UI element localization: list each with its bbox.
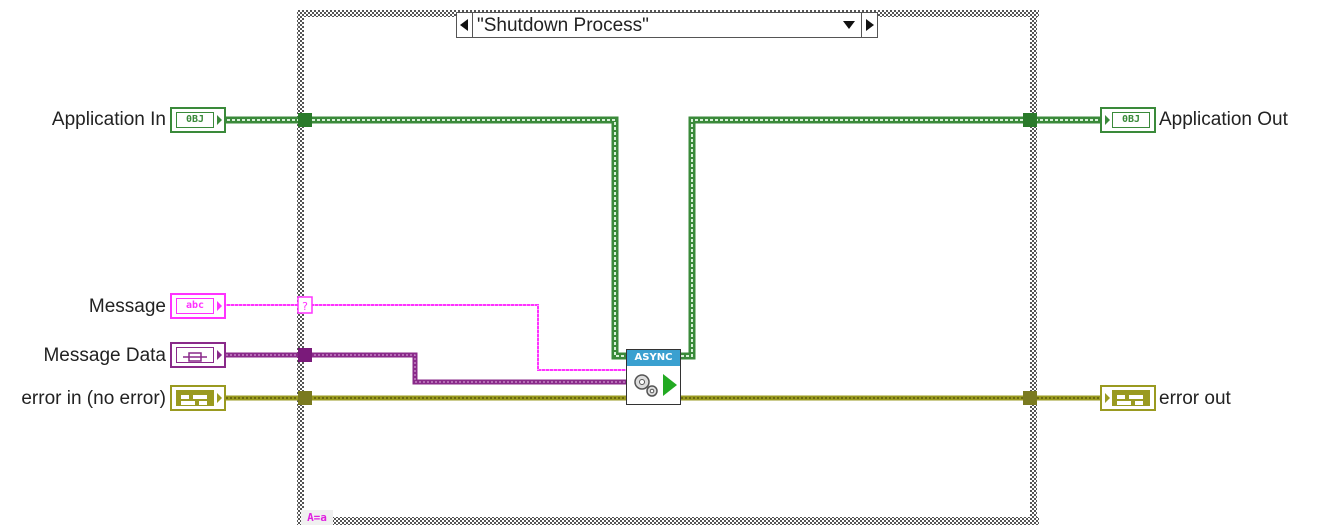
application-in-terminal[interactable]: 0BJ	[170, 107, 226, 133]
error-in-terminal[interactable]	[170, 385, 226, 411]
message-data-label: Message Data	[43, 345, 166, 366]
application-in-tunnel[interactable]	[298, 113, 312, 127]
svg-text:?: ?	[302, 300, 308, 313]
variant-icon	[176, 347, 214, 363]
message-data-terminal[interactable]	[170, 342, 226, 368]
case-selector-value: "Shutdown Process"	[477, 15, 649, 36]
error-in-label: error in (no error)	[21, 388, 166, 409]
error-out-tunnel[interactable]	[1023, 391, 1037, 405]
application-out-tunnel[interactable]	[1023, 113, 1037, 127]
arrow-right-icon	[1105, 393, 1110, 403]
error-in-tunnel[interactable]	[298, 391, 312, 405]
gears-run-icon	[634, 374, 677, 397]
application-wire[interactable]	[222, 116, 1104, 360]
message-label: Message	[88, 296, 166, 317]
case-decrement-button[interactable]	[457, 13, 473, 37]
string-icon: abc	[176, 298, 214, 314]
application-out-terminal[interactable]: 0BJ	[1100, 107, 1156, 133]
message-terminal[interactable]: abc	[170, 293, 226, 319]
error-cluster-icon	[1112, 390, 1150, 406]
dropdown-arrow-icon[interactable]	[843, 21, 855, 29]
case-structure-frame[interactable]	[297, 10, 1039, 525]
async-call-node[interactable]: ASYNC	[626, 349, 681, 405]
message-wire[interactable]	[222, 304, 626, 371]
arrow-right-icon	[1105, 115, 1110, 125]
triangle-right-icon	[866, 19, 874, 31]
message-data-wire[interactable]	[222, 352, 626, 385]
triangle-left-icon	[460, 19, 468, 31]
case-label-marker: A=a	[301, 510, 333, 525]
message-data-tunnel[interactable]	[298, 348, 312, 362]
error-cluster-icon	[176, 390, 214, 406]
error-out-terminal[interactable]	[1100, 385, 1156, 411]
arrow-right-icon	[217, 115, 222, 125]
async-header: ASYNC	[627, 350, 680, 366]
case-increment-button[interactable]	[861, 13, 877, 37]
arrow-right-icon	[217, 301, 222, 311]
object-icon: 0BJ	[176, 112, 214, 128]
application-out-label: Application Out	[1159, 109, 1288, 130]
error-out-label: error out	[1159, 388, 1231, 409]
case-selector[interactable]: "Shutdown Process"	[456, 12, 878, 38]
block-diagram-wires: ?	[222, 10, 1104, 525]
application-in-label: Application In	[51, 109, 166, 130]
arrow-right-icon	[217, 393, 222, 403]
object-icon: 0BJ	[1112, 112, 1150, 128]
arrow-right-icon	[217, 350, 222, 360]
